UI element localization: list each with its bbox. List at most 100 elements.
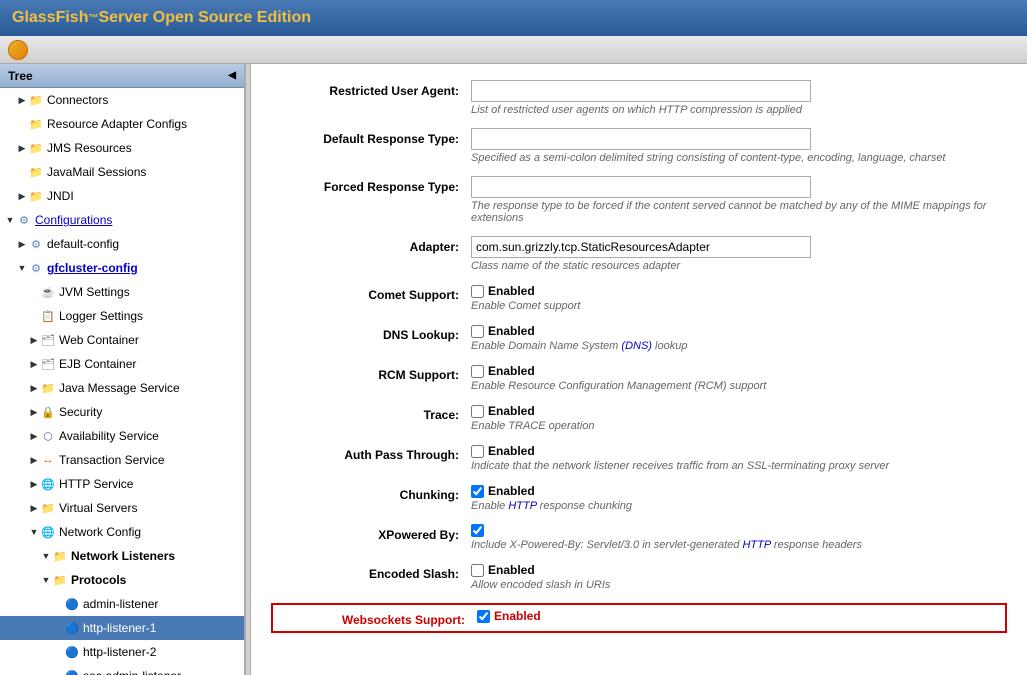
sidebar-item-http-listener-2[interactable]: 🔵 http-listener-2 <box>0 640 244 664</box>
adapter-control: Class name of the static resources adapt… <box>471 236 1007 272</box>
http-listener-2-label: http-listener-2 <box>83 645 156 659</box>
sidebar-item-http-service[interactable]: 🌐 HTTP Service <box>0 472 244 496</box>
configurations-label[interactable]: Configurations <box>35 213 112 227</box>
http-listener-1-label: http-listener-1 <box>83 621 156 635</box>
sidebar-item-sec-admin-listener[interactable]: 🔵 sec-admin-listener <box>0 664 244 675</box>
comet-support-checkbox[interactable] <box>471 285 484 298</box>
auth-pass-through-hint: Indicate that the network listener recei… <box>471 460 1007 472</box>
folder-icon: 📁 <box>28 92 44 108</box>
main-layout: Tree ◀ 📁 Connectors 📁 Resource Adapter C… <box>0 64 1027 675</box>
arrow-protocols[interactable] <box>40 574 52 586</box>
trace-label: Trace: <box>271 404 471 422</box>
gear-icon: ⚙ <box>16 212 32 228</box>
security-label: Security <box>59 405 102 419</box>
toolbar-button[interactable] <box>8 40 28 60</box>
sidebar-item-admin-listener[interactable]: 🔵 admin-listener <box>0 592 244 616</box>
arrow-virtual-servers[interactable] <box>28 502 40 514</box>
form-row-restricted-user-agent: Restricted User Agent: List of restricte… <box>271 80 1007 116</box>
sidebar-item-network-listeners[interactable]: 📁 Network Listeners <box>0 544 244 568</box>
arrow-availability[interactable] <box>28 430 40 442</box>
sidebar-item-gfcluster-config[interactable]: ⚙ gfcluster-config <box>0 256 244 280</box>
xpowered-by-hint: Include X-Powered-By: Servlet/3.0 in ser… <box>471 539 1007 551</box>
sidebar-item-default-config[interactable]: ⚙ default-config <box>0 232 244 256</box>
auth-pass-through-checkbox[interactable] <box>471 445 484 458</box>
arrow-connectors[interactable] <box>16 94 28 106</box>
arrow-network-listeners[interactable] <box>40 550 52 562</box>
chunking-checkbox[interactable] <box>471 485 484 498</box>
app-title: Server Open Source Edition <box>98 9 311 27</box>
arrow-gfcluster[interactable] <box>16 262 28 274</box>
websockets-support-control: Enabled <box>477 609 1001 623</box>
arrow-security[interactable] <box>28 406 40 418</box>
form-row-adapter: Adapter: Class name of the static resour… <box>271 236 1007 272</box>
sidebar-item-http-listener-1[interactable]: 🔵 http-listener-1 <box>0 616 244 640</box>
folder-icon: 📁 <box>28 140 44 156</box>
arrow-transaction[interactable] <box>28 454 40 466</box>
resource-adapter-label: Resource Adapter Configs <box>47 117 187 131</box>
sidebar-tree-label: Tree <box>8 69 33 83</box>
comet-support-hint: Enable Comet support <box>471 300 1007 312</box>
websockets-support-checkbox-label: Enabled <box>494 609 541 623</box>
listener-icon: 🔵 <box>64 596 80 612</box>
folder-icon: 📁 <box>52 572 68 588</box>
forced-response-type-input[interactable] <box>471 176 811 198</box>
rcm-support-checkbox[interactable] <box>471 365 484 378</box>
logger-settings-label: Logger Settings <box>59 309 143 323</box>
sidebar-item-protocols[interactable]: 📁 Protocols <box>0 568 244 592</box>
trace-checkbox[interactable] <box>471 405 484 418</box>
sidebar-item-java-message-service[interactable]: 📁 Java Message Service <box>0 376 244 400</box>
default-response-type-hint: Specified as a semi-colon delimited stri… <box>471 152 1007 164</box>
chunking-hint: Enable HTTP response chunking <box>471 500 1007 512</box>
availability-icon: ⬡ <box>40 428 56 444</box>
sidebar-item-jvm-settings[interactable]: ☕ JVM Settings <box>0 280 244 304</box>
sidebar-item-configurations[interactable]: ⚙ Configurations <box>0 208 244 232</box>
sidebar-item-logger-settings[interactable]: 📋 Logger Settings <box>0 304 244 328</box>
jndi-label: JNDI <box>47 189 74 203</box>
arrow-ejb[interactable] <box>28 358 40 370</box>
comet-support-checkbox-label: Enabled <box>488 284 535 298</box>
arrow-jms-service[interactable] <box>28 382 40 394</box>
sidebar-item-network-config[interactable]: 🌐 Network Config <box>0 520 244 544</box>
sidebar-item-jndi[interactable]: 📁 JNDI <box>0 184 244 208</box>
sidebar-item-security[interactable]: 🔒 Security <box>0 400 244 424</box>
dns-lookup-checkbox[interactable] <box>471 325 484 338</box>
xpowered-by-checkbox[interactable] <box>471 524 484 537</box>
sidebar-item-javamail[interactable]: 📁 JavaMail Sessions <box>0 160 244 184</box>
websockets-support-checkbox[interactable] <box>477 610 490 623</box>
form-row-dns-lookup: DNS Lookup: Enabled Enable Domain Name S… <box>271 324 1007 352</box>
arrow-configurations[interactable] <box>4 214 16 226</box>
java-message-service-label: Java Message Service <box>59 381 180 395</box>
restricted-user-agent-input[interactable] <box>471 80 811 102</box>
sidebar-item-transaction-service[interactable]: ↔ Transaction Service <box>0 448 244 472</box>
gfcluster-config-label[interactable]: gfcluster-config <box>47 261 138 275</box>
restricted-user-agent-hint: List of restricted user agents on which … <box>471 104 1007 116</box>
dns-lookup-checkbox-label: Enabled <box>488 324 535 338</box>
sidebar-item-virtual-servers[interactable]: 📁 Virtual Servers <box>0 496 244 520</box>
network-icon: 🌐 <box>40 476 56 492</box>
arrow-jndi[interactable] <box>16 190 28 202</box>
dns-lookup-label: DNS Lookup: <box>271 324 471 342</box>
container-icon: 🗂 <box>40 356 56 372</box>
chunking-label: Chunking: <box>271 484 471 502</box>
sidebar-item-web-container[interactable]: 🗂 Web Container <box>0 328 244 352</box>
adapter-input[interactable] <box>471 236 811 258</box>
auth-pass-through-label: Auth Pass Through: <box>271 444 471 462</box>
rcm-support-label: RCM Support: <box>271 364 471 382</box>
form-row-default-response-type: Default Response Type: Specified as a se… <box>271 128 1007 164</box>
arrow-network-config[interactable] <box>28 526 40 538</box>
arrow-http-service[interactable] <box>28 478 40 490</box>
sidebar-item-availability-service[interactable]: ⬡ Availability Service <box>0 424 244 448</box>
sidebar-collapse-btn[interactable]: ◀ <box>228 70 236 81</box>
arrow-jms[interactable] <box>16 142 28 154</box>
default-response-type-input[interactable] <box>471 128 811 150</box>
folder-icon: 📁 <box>40 500 56 516</box>
sidebar-item-connectors[interactable]: 📁 Connectors <box>0 88 244 112</box>
sidebar-item-resource-adapter[interactable]: 📁 Resource Adapter Configs <box>0 112 244 136</box>
jms-resources-label: JMS Resources <box>47 141 132 155</box>
arrow-web-container[interactable] <box>28 334 40 346</box>
arrow-default-config[interactable] <box>16 238 28 250</box>
encoded-slash-checkbox[interactable] <box>471 564 484 577</box>
folder-icon: 📁 <box>28 116 44 132</box>
sidebar-item-jms-resources[interactable]: 📁 JMS Resources <box>0 136 244 160</box>
sidebar-item-ejb-container[interactable]: 🗂 EJB Container <box>0 352 244 376</box>
